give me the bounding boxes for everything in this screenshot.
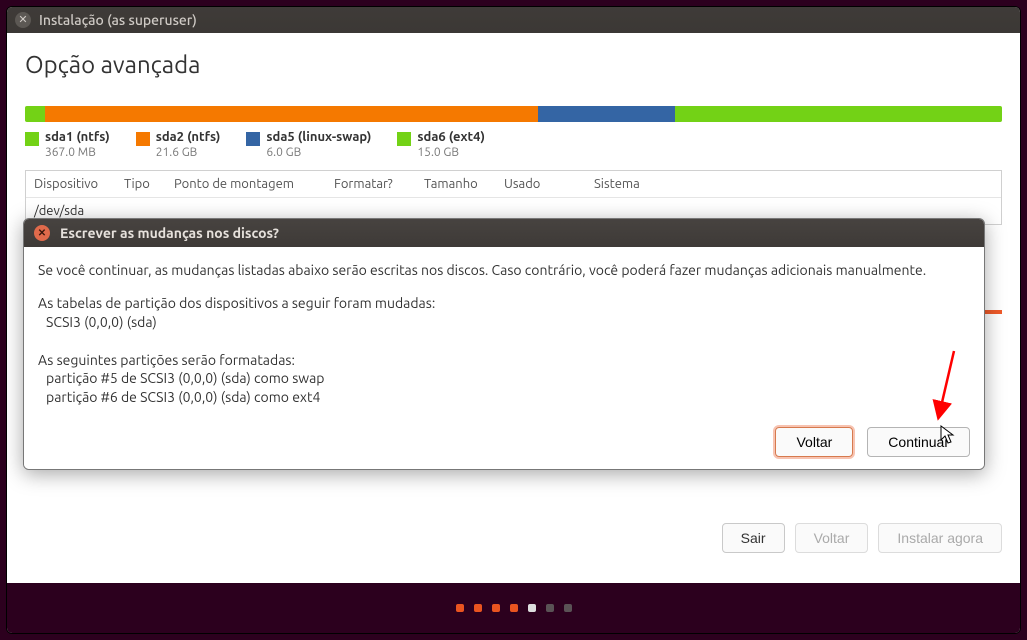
usage-seg-sda5 <box>538 106 675 122</box>
dialog-text: As tabelas de partição dos dispositivos … <box>38 294 970 313</box>
col-mount: Ponto de montagem <box>174 177 324 191</box>
page-title: Opção avançada <box>25 51 1002 78</box>
swatch-icon <box>246 132 260 146</box>
dialog-continue-button[interactable]: Continuar <box>867 427 970 457</box>
install-now-button[interactable]: Instalar agora <box>878 523 1002 553</box>
dialog-body: Se você continuar, as mudanças listadas … <box>24 247 984 419</box>
dialog-close-icon[interactable]: ✕ <box>34 225 50 241</box>
dialog-back-button[interactable]: Voltar <box>775 427 853 457</box>
dialog-text: SCSI3 (0,0,0) (sda) <box>38 313 970 332</box>
dialog-text: partição #5 de SCSI3 (0,0,0) (sda) como … <box>38 369 970 388</box>
table-header: Dispositivo Tipo Ponto de montagem Forma… <box>26 171 1001 198</box>
step-dot <box>564 604 572 612</box>
legend-size: 367.0 MB <box>45 146 110 160</box>
partition-table[interactable]: Dispositivo Tipo Ponto de montagem Forma… <box>25 170 1002 225</box>
dialog-text: partição #6 de SCSI3 (0,0,0) (sda) como … <box>38 388 970 407</box>
usage-seg-sda2 <box>45 106 538 122</box>
legend-size: 6.0 GB <box>266 146 371 160</box>
confirm-write-dialog: ✕ Escrever as mudanças nos discos? Se vo… <box>23 218 985 470</box>
window-close-icon[interactable]: ✕ <box>15 12 31 28</box>
legend-sda5: sda5 (linux-swap) 6.0 GB <box>246 130 371 160</box>
col-system: Sistema <box>594 177 993 191</box>
disk-usage-bar <box>25 106 1002 122</box>
col-format: Formatar? <box>334 177 414 191</box>
usage-seg-sda1 <box>25 106 45 122</box>
titlebar[interactable]: ✕ Instalação (as superuser) <box>7 7 1020 33</box>
quit-button[interactable]: Sair <box>722 523 785 553</box>
legend-size: 15.0 GB <box>417 146 485 160</box>
col-used: Usado <box>504 177 584 191</box>
steps-indicator <box>7 583 1020 633</box>
col-size: Tamanho <box>424 177 494 191</box>
legend-sda2: sda2 (ntfs) 21.6 GB <box>136 130 221 160</box>
col-device: Dispositivo <box>34 177 114 191</box>
step-dot <box>456 604 464 612</box>
dialog-footer: Voltar Continuar <box>24 419 984 469</box>
step-dot <box>474 604 482 612</box>
dialog-text: As seguintes partições serão formatadas: <box>38 351 970 370</box>
legend-name: sda5 (linux-swap) <box>266 130 371 146</box>
step-dot <box>492 604 500 612</box>
col-type: Tipo <box>124 177 164 191</box>
dialog-text: Se você continuar, as mudanças listadas … <box>38 261 970 280</box>
step-dot <box>546 604 554 612</box>
swatch-icon <box>397 132 411 146</box>
legend-name: sda1 (ntfs) <box>45 130 110 146</box>
usage-seg-sda6 <box>675 106 1002 122</box>
swatch-icon <box>25 132 39 146</box>
swatch-icon <box>136 132 150 146</box>
legend-size: 21.6 GB <box>156 146 221 160</box>
wizard-footer-buttons: Sair Voltar Instalar agora <box>722 523 1002 553</box>
step-dot <box>510 604 518 612</box>
partition-legend: sda1 (ntfs) 367.0 MB sda2 (ntfs) 21.6 GB… <box>25 130 1002 160</box>
legend-name: sda6 (ext4) <box>417 130 485 146</box>
dialog-title: Escrever as mudanças nos discos? <box>60 225 279 241</box>
back-button[interactable]: Voltar <box>795 523 869 553</box>
dialog-titlebar[interactable]: ✕ Escrever as mudanças nos discos? <box>24 219 984 247</box>
legend-name: sda2 (ntfs) <box>156 130 221 146</box>
legend-sda6: sda6 (ext4) 15.0 GB <box>397 130 485 160</box>
legend-sda1: sda1 (ntfs) 367.0 MB <box>25 130 110 160</box>
window-title: Instalação (as superuser) <box>39 12 197 28</box>
step-dot <box>528 604 536 612</box>
